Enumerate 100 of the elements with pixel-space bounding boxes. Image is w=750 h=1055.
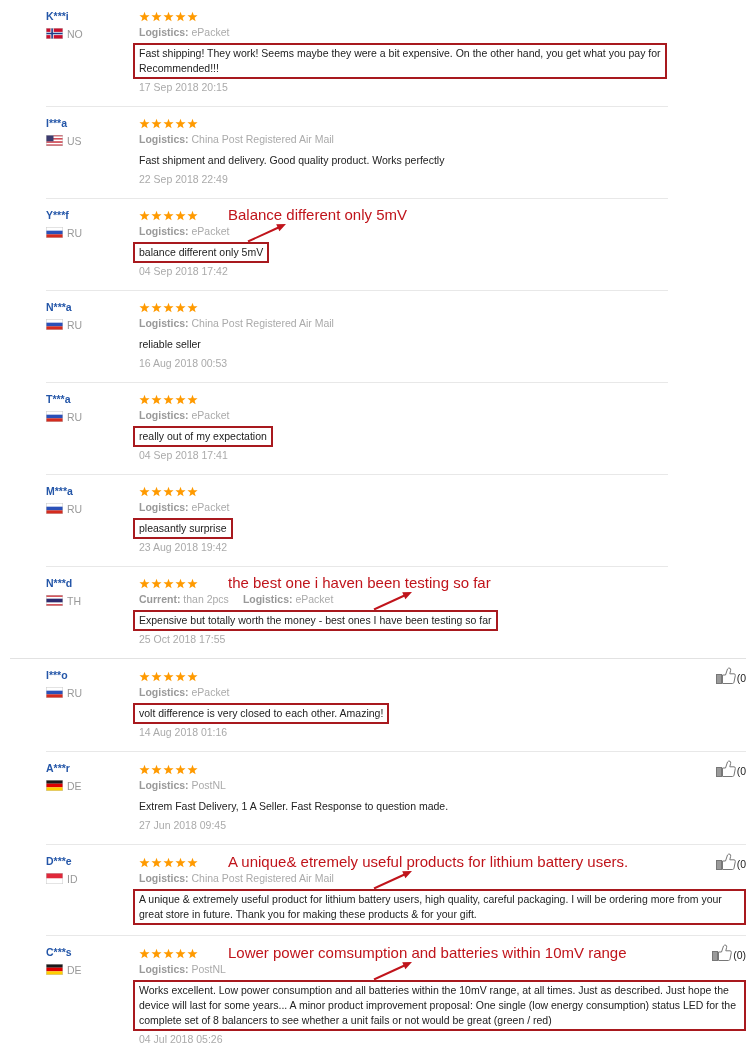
like-button[interactable]: (0) bbox=[712, 944, 746, 961]
star-icon bbox=[187, 578, 198, 589]
order-detail: Logistics: PostNL bbox=[139, 962, 226, 977]
star-icon bbox=[187, 671, 198, 682]
reviewer-name[interactable]: N***a bbox=[46, 299, 72, 315]
star-icon bbox=[163, 210, 174, 221]
review-text: really out of my expectation bbox=[133, 426, 273, 447]
like-button[interactable]: (0 bbox=[715, 760, 746, 777]
star-icon bbox=[187, 486, 198, 497]
annotation-arrow bbox=[373, 591, 413, 610]
flag-icon bbox=[46, 28, 63, 40]
star-icon bbox=[187, 11, 198, 22]
star-icon bbox=[139, 11, 150, 22]
review-date: 16 Aug 2018 00:53 bbox=[139, 356, 229, 371]
star-icon bbox=[187, 764, 198, 775]
star-icon bbox=[163, 302, 174, 313]
review-text: pleasantly surprise bbox=[133, 518, 233, 539]
annotation-arrow bbox=[247, 223, 288, 242]
country-code: ID bbox=[67, 872, 78, 885]
like-button[interactable]: (0 bbox=[715, 667, 746, 684]
star-icon bbox=[175, 486, 186, 497]
star-icon bbox=[175, 764, 186, 775]
review-date: 17 Sep 2018 20:15 bbox=[139, 80, 229, 95]
flag-icon bbox=[46, 964, 63, 976]
reviewer-name[interactable]: Y***f bbox=[46, 207, 69, 223]
review-text: A unique & extremely useful product for lithium battery users, high quality, careful packaging. I will be ordering more from your great store in future. Thank you for making these products & for your gift. bbox=[133, 889, 746, 925]
review-date: 04 Sep 2018 17:41 bbox=[139, 448, 229, 463]
review-text: balance different only 5mV bbox=[133, 242, 270, 263]
country-code: TH bbox=[67, 594, 81, 607]
star-icon bbox=[151, 578, 162, 589]
flag-icon bbox=[46, 595, 63, 607]
star-icon bbox=[175, 11, 186, 22]
order-detail: Logistics: ePacket bbox=[139, 685, 230, 700]
order-detail: Logistics: China Post Registered Air Mail bbox=[139, 132, 334, 147]
star-icon bbox=[151, 118, 162, 129]
review-text: Works excellent. Low power consumption and all batteries within the 10mV range, at all times. Just as described. Just hope the device will last for some years... A minor product improvement proposal: One single (low energy consumption) status LED for the complete set of 8 balancers to see whether a unit fails or not would be great (green / red) bbox=[133, 980, 746, 1031]
star-icon bbox=[163, 857, 174, 868]
reviewer-name[interactable]: N***d bbox=[46, 575, 73, 591]
star-icon bbox=[139, 118, 150, 129]
star-icon bbox=[163, 671, 174, 682]
star-icon bbox=[175, 857, 186, 868]
country-code: RU bbox=[67, 686, 83, 699]
reviewer-name[interactable]: D***e bbox=[46, 853, 72, 869]
review-date: 27 Jun 2018 09:45 bbox=[139, 818, 227, 833]
order-detail: Logistics: ePacket bbox=[139, 500, 230, 515]
star-icon bbox=[187, 394, 198, 405]
star-icon bbox=[163, 948, 174, 959]
star-icon bbox=[163, 486, 174, 497]
star-icon bbox=[151, 948, 162, 959]
star-icon bbox=[139, 857, 150, 868]
star-icon bbox=[163, 118, 174, 129]
reviewer-name[interactable]: I***a bbox=[46, 115, 67, 131]
star-icon bbox=[151, 671, 162, 682]
reviewer-name[interactable]: I***o bbox=[46, 667, 68, 683]
reviewer-name[interactable]: C***s bbox=[46, 944, 72, 960]
reviewer-name[interactable]: K***i bbox=[46, 8, 69, 24]
order-detail: Logistics: ePacket bbox=[139, 25, 230, 40]
country-code: DE bbox=[67, 963, 82, 976]
annotation-arrow bbox=[373, 870, 413, 889]
like-button[interactable]: (0 bbox=[715, 853, 746, 870]
review-text: Extrem Fast Delivery, 1 A Seller. Fast Response to question made. bbox=[138, 799, 450, 814]
review-text: Fast shipping! They work! Seems maybe they were a bit expensive. On the other hand, you get what you pay for Recommended!!! bbox=[133, 43, 667, 79]
country-code: US bbox=[67, 134, 82, 147]
thumbs-up-icon bbox=[715, 667, 736, 684]
star-icon bbox=[151, 302, 162, 313]
star-icon bbox=[187, 948, 198, 959]
country-code: DE bbox=[67, 779, 82, 792]
flag-icon bbox=[46, 411, 63, 423]
thumbs-up-icon bbox=[715, 853, 736, 870]
reviewer-name[interactable]: T***a bbox=[46, 391, 71, 407]
review-date: 23 Aug 2018 19:42 bbox=[139, 540, 229, 555]
review-text: Expensive but totally worth the money - best ones I have been testing so far bbox=[133, 610, 498, 631]
star-icon bbox=[151, 394, 162, 405]
star-icon bbox=[139, 671, 150, 682]
star-icon bbox=[139, 210, 150, 221]
order-detail: Logistics: PostNL bbox=[139, 778, 226, 793]
flag-icon bbox=[46, 873, 63, 885]
thumbs-up-icon bbox=[712, 944, 733, 961]
star-icon bbox=[175, 394, 186, 405]
review-date: 22 Sep 2018 22:49 bbox=[139, 172, 229, 187]
star-icon bbox=[187, 118, 198, 129]
reviewer-name[interactable]: M***a bbox=[46, 483, 73, 499]
country-code: RU bbox=[67, 502, 83, 515]
star-icon bbox=[139, 764, 150, 775]
review-date: 04 Sep 2018 17:42 bbox=[139, 264, 229, 279]
review-text: Fast shipment and delivery. Good quality product. Works perfectly bbox=[138, 153, 446, 168]
order-detail: Logistics: China Post Registered Air Mail bbox=[139, 871, 334, 886]
review-date: 14 Aug 2018 01:16 bbox=[139, 725, 229, 740]
flag-icon bbox=[46, 319, 63, 331]
star-icon bbox=[175, 671, 186, 682]
country-code: RU bbox=[67, 226, 83, 239]
reviewer-name[interactable]: A***r bbox=[46, 760, 70, 776]
flag-icon bbox=[46, 687, 63, 699]
star-icon bbox=[175, 948, 186, 959]
annotation-text: Balance different only 5mV bbox=[228, 207, 407, 223]
flag-icon bbox=[46, 780, 63, 792]
star-icon bbox=[187, 857, 198, 868]
review-text: volt difference is very closed to each other. Amazing! bbox=[133, 703, 390, 724]
star-icon bbox=[139, 486, 150, 497]
order-detail: Logistics: China Post Registered Air Mail bbox=[139, 316, 334, 331]
